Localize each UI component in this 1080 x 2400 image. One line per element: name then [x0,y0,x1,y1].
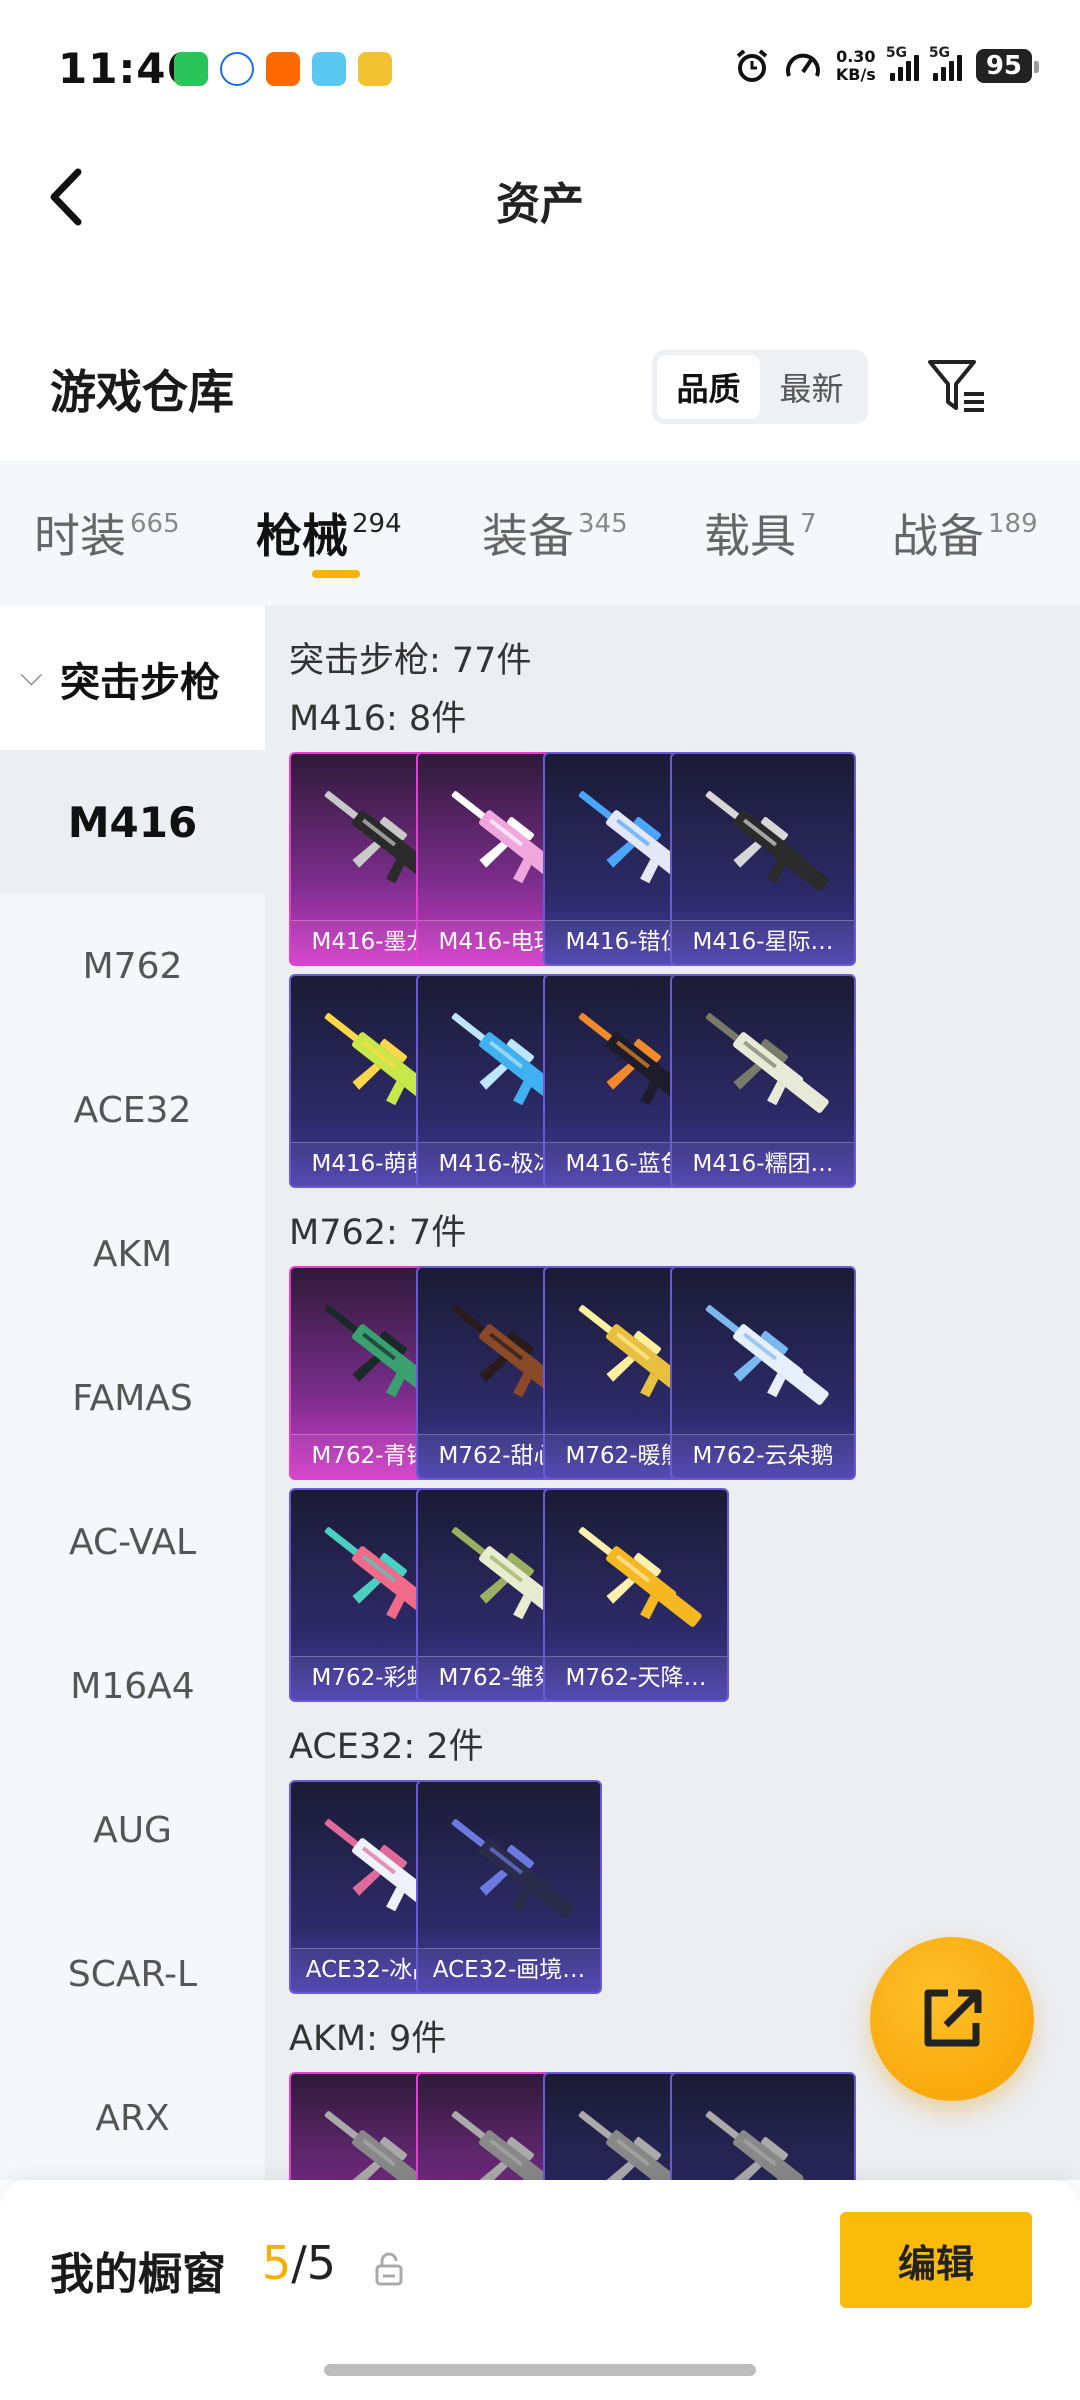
battery-indicator: 95 [975,49,1040,83]
share-icon [924,1989,982,2047]
alarm-icon [736,49,768,82]
category-summary: 突击步枪: 77件 [289,641,532,681]
tab-costume[interactable]: 时装 665 [34,500,180,566]
rifle-icon [705,791,829,891]
sidebar-item-m16a4[interactable]: M16A4 [0,1614,265,1758]
tab-equipment[interactable]: 装备 345 [482,500,628,566]
showcase-label: 我的橱窗 [50,2249,226,2300]
weapon-skin-card[interactable]: M416-糯团… [670,974,856,1188]
weapon-skin-card[interactable]: ACE32-画境… [416,1780,602,1994]
sidebar-item-arx[interactable]: ARX [0,2046,265,2190]
showcase-count: 5/5 [262,2236,337,2290]
sidebar-item-famas[interactable]: FAMAS [0,1326,265,1470]
weapon-skin-card[interactable]: M762-云朵鹅 [670,1266,856,1480]
share-button[interactable] [870,1937,1034,2101]
section-header: AKM: 9件 [289,2019,447,2059]
weapon-sidebar: ⌵ 突击步枪 M416 M762 ACE32 AKM FAMAS AC-VAL M16A4 A… [0,606,265,2180]
tab-supplies[interactable]: 战备 189 [892,500,1038,566]
chevron-down-icon: ⌵ [20,658,43,693]
rifle-icon [578,1527,702,1627]
status-bar: 11:46 0.30 KB/s 5G 5G 95 [0,0,1080,140]
skin-name: M762-云朵鹅 [672,1434,854,1478]
skin-name: M762-天降… [545,1656,727,1700]
rifle-icon [705,1013,829,1113]
speedometer-icon [785,53,820,77]
rifle-icon [705,2111,829,2180]
weapon-skin-card[interactable]: M416-星际… [670,752,856,966]
skin-name: ACE32-画境… [418,1948,600,1992]
tab-firearms[interactable]: 枪械 294 [256,500,402,566]
sidebar-item-akm[interactable]: AKM [0,1182,265,1326]
skin-name: M416-星际… [672,920,854,964]
status-right: 0.30 KB/s 5G 5G 95 [734,45,1040,84]
edit-button[interactable]: 编辑 [840,2212,1032,2308]
signal-icon: 5G [929,45,962,81]
sidebar-item-scar-l[interactable]: SCAR-L [0,1902,265,2046]
lock-icon [375,2252,403,2286]
skin-name: M416-糯团… [672,1142,854,1186]
taobao-icon [266,52,300,86]
sort-toggle: 品质 最新 [652,350,868,424]
tab-indicator [312,570,360,578]
section-header: ACE32: 2件 [289,1727,484,1767]
sort-option-newest[interactable]: 最新 [760,355,863,419]
section-header: M416: 8件 [289,699,467,739]
weapon-skin-card[interactable] [670,2072,856,2180]
weibo-icon [358,52,392,86]
sidebar-item-m762[interactable]: M762 [0,894,265,1038]
home-indicator[interactable] [324,2364,756,2376]
category-tabs: 时装 665 枪械 294 装备 345 载具 7 战备 189 [0,460,1080,606]
sidebar-item-m416[interactable]: M416 [0,750,265,894]
signal-icon: 5G [886,45,919,81]
sidebar-group-header[interactable]: ⌵ 突击步枪 [0,606,265,750]
tab-vehicles[interactable]: 载具 7 [704,500,817,566]
warehouse-title: 游戏仓库 [50,365,234,419]
sidebar-item-ace32[interactable]: ACE32 [0,1038,265,1182]
filter-icon[interactable] [924,354,988,418]
wechat-icon [174,52,208,86]
rifle-icon [705,1305,829,1405]
message-icon [220,52,254,86]
sidebar-item-ac-val[interactable]: AC-VAL [0,1470,265,1614]
sidebar-item-aug[interactable]: AUG [0,1758,265,1902]
section-header: M762: 7件 [289,1213,467,1253]
sidebar-group-label: 突击步枪 [60,660,220,706]
qq-icon [312,52,346,86]
weapon-skin-card[interactable]: M762-天降… [543,1488,729,1702]
sort-option-quality[interactable]: 品质 [657,355,760,419]
page-title: 资产 [496,179,584,230]
net-speed: 0.30 KB/s [835,47,876,84]
rifle-icon [451,1819,575,1919]
